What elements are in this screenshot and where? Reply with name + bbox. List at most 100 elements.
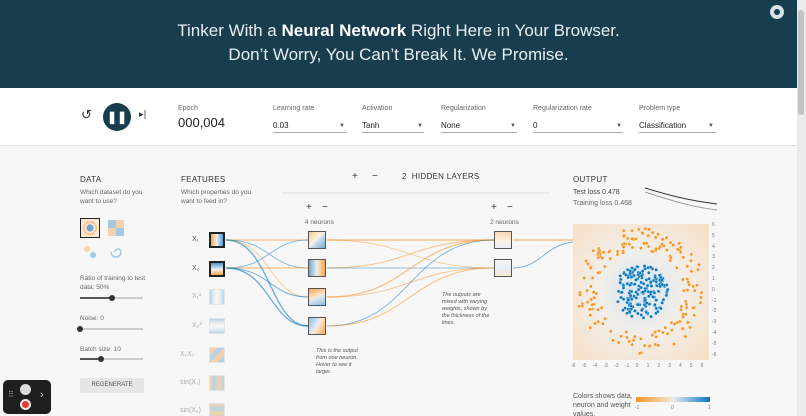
data-point-blue xyxy=(659,306,663,311)
neuron-l1-3[interactable] xyxy=(308,288,326,306)
data-point-orange xyxy=(590,302,594,307)
data-point-orange xyxy=(609,329,613,334)
layer1-add-neuron-button[interactable]: + xyxy=(306,202,312,213)
x-tick: -6 xyxy=(571,363,576,369)
data-point-orange xyxy=(699,290,704,295)
data-point-orange xyxy=(654,246,658,251)
data-point-orange xyxy=(611,338,615,343)
data-point-blue xyxy=(628,310,632,314)
hidden-layers-label: 2 HIDDEN LAYERS xyxy=(402,172,480,181)
data-point-orange xyxy=(689,269,694,274)
data-point-orange xyxy=(586,262,590,266)
chevron-right-icon[interactable]: › xyxy=(40,389,44,401)
output-scatter xyxy=(573,224,709,360)
data-point-blue xyxy=(630,314,634,318)
neuron-l2-2[interactable] xyxy=(494,259,512,277)
neuron-l2-1[interactable] xyxy=(494,231,512,249)
data-point-orange xyxy=(650,333,655,337)
x-tick: 5 xyxy=(689,363,693,369)
remove-layer-button[interactable]: − xyxy=(372,171,378,182)
data-point-orange xyxy=(689,252,694,257)
data-point-orange xyxy=(632,334,637,339)
layer1-remove-neuron-button[interactable]: − xyxy=(322,202,328,213)
data-point-blue xyxy=(619,277,623,282)
data-point-orange xyxy=(669,320,674,325)
data-point-orange xyxy=(634,237,638,241)
legend-tick: -1 xyxy=(635,405,640,411)
data-point-blue xyxy=(629,304,633,308)
data-point-orange xyxy=(682,288,686,293)
data-point-orange xyxy=(664,236,669,240)
pause-recording-button[interactable] xyxy=(20,384,31,395)
data-point-orange xyxy=(630,343,634,347)
stop-recording-button[interactable] xyxy=(20,399,31,410)
neuron-l1-2[interactable] xyxy=(308,259,326,277)
data-point-orange xyxy=(684,299,688,304)
data-point-orange xyxy=(656,343,661,348)
data-point-orange xyxy=(580,304,585,308)
data-point-blue xyxy=(634,278,638,282)
data-point-orange xyxy=(658,245,662,249)
test-loss: Test loss 0.478 xyxy=(573,189,620,196)
data-point-orange xyxy=(661,330,665,335)
data-point-orange xyxy=(596,271,601,275)
x-tick: -3 xyxy=(603,363,608,369)
data-point-orange xyxy=(588,313,593,317)
data-point-orange xyxy=(621,251,625,255)
data-point-orange xyxy=(615,249,620,254)
data-point-blue xyxy=(651,295,655,299)
data-point-blue xyxy=(660,301,664,305)
data-point-blue xyxy=(630,266,634,270)
output-title: OUTPUT xyxy=(573,175,608,184)
data-point-orange xyxy=(596,319,600,324)
x-tick: 2 xyxy=(657,363,661,369)
data-point-orange xyxy=(663,325,668,330)
data-point-orange xyxy=(642,241,646,246)
add-layer-button[interactable]: + xyxy=(352,171,358,182)
data-point-orange xyxy=(665,248,669,252)
data-point-blue xyxy=(626,298,630,302)
data-point-orange xyxy=(596,256,601,260)
data-point-orange xyxy=(607,250,611,254)
data-point-orange xyxy=(640,231,645,235)
data-point-orange xyxy=(603,316,607,321)
data-point-orange xyxy=(671,243,675,247)
neuron-l1-4[interactable] xyxy=(308,317,326,335)
data-point-orange xyxy=(626,236,630,241)
data-point-blue xyxy=(647,294,651,299)
data-point-orange xyxy=(668,258,673,263)
drag-handle-icon[interactable]: ⠿ xyxy=(8,390,14,399)
color-legend-bar xyxy=(636,397,710,402)
data-point-orange xyxy=(622,233,626,238)
neuron-l1-1[interactable] xyxy=(308,231,326,249)
data-point-orange xyxy=(686,320,690,325)
layer2-remove-neuron-button[interactable]: − xyxy=(507,202,513,213)
data-point-orange xyxy=(582,276,586,280)
data-point-orange xyxy=(637,351,642,356)
data-point-orange xyxy=(683,334,688,339)
data-point-blue xyxy=(653,303,657,307)
data-point-blue xyxy=(643,267,647,271)
data-point-orange xyxy=(669,255,673,260)
data-point-orange xyxy=(695,283,699,288)
data-point-blue xyxy=(654,306,659,311)
data-point-blue xyxy=(636,272,641,277)
data-point-blue xyxy=(633,282,637,286)
data-point-orange xyxy=(596,308,600,312)
data-point-orange xyxy=(577,304,581,309)
data-point-orange xyxy=(631,338,636,342)
data-point-orange xyxy=(681,277,685,282)
data-point-orange xyxy=(591,248,595,253)
data-point-orange xyxy=(643,227,648,231)
data-point-orange xyxy=(678,250,683,254)
output-heatmap[interactable] xyxy=(573,224,709,360)
data-point-orange xyxy=(689,259,693,263)
data-point-orange xyxy=(621,229,626,233)
y-tick: 6 xyxy=(712,222,715,228)
layer2-add-neuron-button[interactable]: + xyxy=(491,202,497,213)
data-point-orange xyxy=(639,246,643,250)
data-point-orange xyxy=(675,320,679,325)
y-tick: -2 xyxy=(712,308,717,315)
data-point-orange xyxy=(578,293,582,297)
data-point-orange xyxy=(672,342,676,346)
